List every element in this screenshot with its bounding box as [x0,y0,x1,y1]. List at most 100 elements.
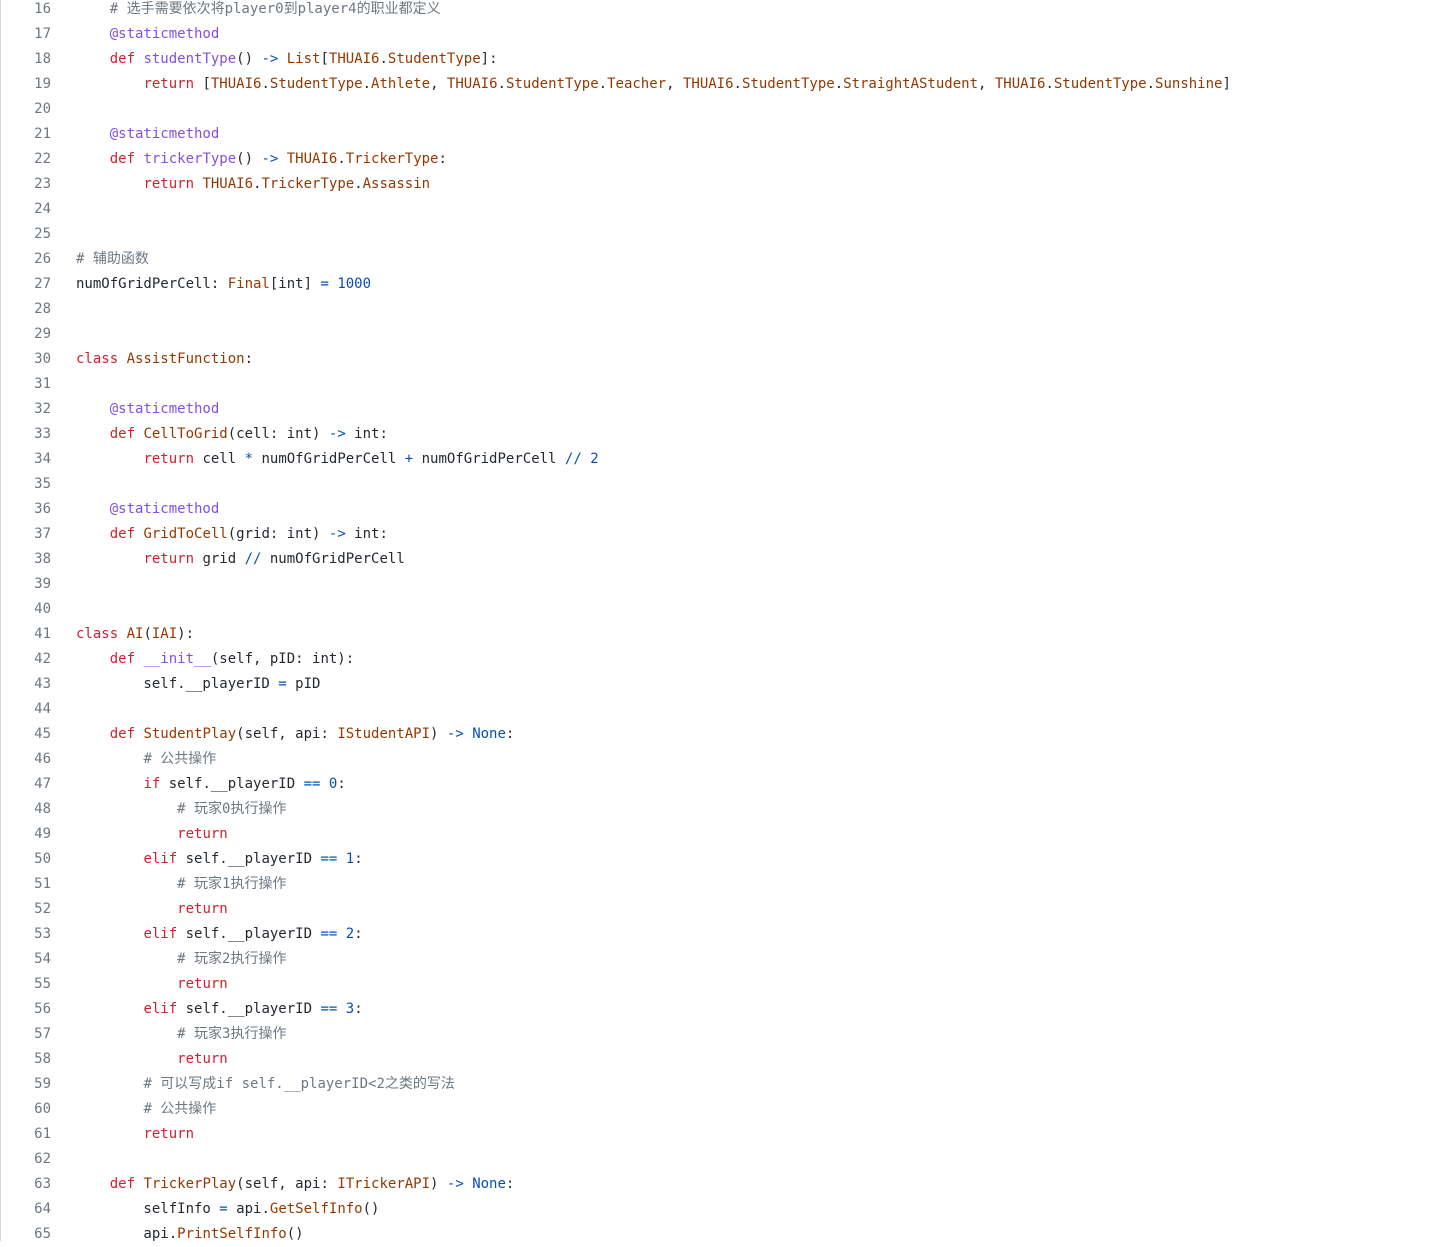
code-line[interactable]: 19 return [THUAI6.StudentType.Athlete, T… [1,72,1453,97]
code-line[interactable]: 55 return [1,972,1453,997]
code-line[interactable]: 57 # 玩家3执行操作 [1,1022,1453,1047]
code-line[interactable]: 33 def CellToGrid(cell: int) -> int: [1,422,1453,447]
line-number: 48 [34,801,51,817]
code-line[interactable]: 30 class AssistFunction: [1,347,1453,372]
code-text: def GridToCell(grid: int) -> int: [76,522,388,547]
code-token: # 公共操作 [143,751,217,767]
code-text: return grid // numOfGridPerCell [76,547,405,572]
code-token: Final [227,276,270,292]
code-line[interactable]: 22 def trickerType() -> THUAI6.TrickerTy… [1,147,1453,172]
code-token: 1 [345,851,355,867]
code-token: pID [286,676,321,692]
line-number: 22 [34,151,51,167]
code-line[interactable]: 50 elif self.__playerID == 1: [1,847,1453,872]
code-line[interactable]: 44 [1,697,1453,722]
code-line[interactable]: 34 return cell * numOfGridPerCell + numO… [1,447,1453,472]
code-line[interactable]: 40 [1,597,1453,622]
code-line[interactable]: 43 self.__playerID = pID [1,672,1453,697]
code-line[interactable]: 64 selfInfo = api.GetSelfInfo() [1,1197,1453,1222]
code-token: -> [328,426,346,442]
code-text: @staticmethod [76,22,220,47]
code-line[interactable]: 61 return [1,1122,1453,1147]
code-line[interactable]: 16 # 选手需要依次将player0到player4的职业都定义 [1,0,1453,22]
code-line[interactable]: 46 # 公共操作 [1,747,1453,772]
code-token: (cell: int) [227,426,329,442]
code-line[interactable]: 26 # 辅助函数 [1,247,1453,272]
code-line[interactable]: 27 numOfGridPerCell: Final[int] = 1000 [1,272,1453,297]
code-line[interactable]: 53 elif self.__playerID == 2: [1,922,1453,947]
code-token: . [261,76,270,92]
code-text: return cell * numOfGridPerCell + numOfGr… [76,447,598,472]
line-number: 32 [34,401,51,417]
code-token: return [143,76,195,92]
code-line[interactable]: 38 return grid // numOfGridPerCell [1,547,1453,572]
code-line[interactable]: 58 return [1,1047,1453,1072]
code-token: TrickerType [261,176,355,192]
code-token: () [362,1201,380,1217]
code-token: None [472,726,506,742]
code-line[interactable]: 42 def __init__(self, pID: int): [1,647,1453,672]
code-line[interactable]: 17 @staticmethod [1,22,1453,47]
code-token: self.__playerID [177,926,321,942]
code-line[interactable]: 45 def StudentPlay(self, api: IStudentAP… [1,722,1453,747]
code-line[interactable]: 48 # 玩家0执行操作 [1,797,1453,822]
code-token: == [320,1001,338,1017]
code-line[interactable]: 60 # 公共操作 [1,1097,1453,1122]
code-token: * [244,451,254,467]
code-text: @staticmethod [76,397,220,422]
code-text: elif self.__playerID == 1: [76,847,362,872]
code-line[interactable]: 28 [1,297,1453,322]
code-token: : [354,1001,363,1017]
code-text: numOfGridPerCell: Final[int] = 1000 [76,272,371,297]
code-line[interactable]: 29 [1,322,1453,347]
code-line[interactable]: 21 @staticmethod [1,122,1453,147]
line-number: 53 [34,926,51,942]
code-text: class AI(IAI): [76,622,194,647]
code-text: # 玩家1执行操作 [76,872,286,897]
code-token: . [733,76,742,92]
code-line[interactable]: 18 def studentType() -> List[THUAI6.Stud… [1,47,1453,72]
code-line[interactable]: 37 def GridToCell(grid: int) -> int: [1,522,1453,547]
code-line[interactable]: 62 [1,1147,1453,1172]
line-number: 54 [34,951,51,967]
code-token: == [303,776,321,792]
code-token: IStudentAPI [337,726,431,742]
code-token: IAI [151,626,178,642]
code-line[interactable]: 51 # 玩家1执行操作 [1,872,1453,897]
code-line[interactable]: 25 [1,222,1453,247]
code-token: StudentPlay [143,726,237,742]
code-line[interactable]: 56 elif self.__playerID == 3: [1,997,1453,1022]
code-token: numOfGridPerCell [413,451,565,467]
code-token: studentType [143,51,237,67]
code-token: numOfGridPerCell [261,551,405,567]
code-token: : [244,351,254,367]
code-token: ): [177,626,195,642]
code-line[interactable]: 59 # 可以写成if self.__playerID<2之类的写法 [1,1072,1453,1097]
code-line[interactable]: 23 return THUAI6.TrickerType.Assassin [1,172,1453,197]
code-line[interactable]: 63 def TrickerPlay(self, api: ITrickerAP… [1,1172,1453,1197]
code-line[interactable]: 32 @staticmethod [1,397,1453,422]
code-text: def studentType() -> List[THUAI6.Student… [76,47,498,72]
code-line[interactable]: 39 [1,572,1453,597]
code-token: TrickerPlay [143,1176,237,1192]
code-line[interactable]: 35 [1,472,1453,497]
code-line[interactable]: 41 class AI(IAI): [1,622,1453,647]
code-line[interactable]: 47 if self.__playerID == 0: [1,772,1453,797]
code-token: # 选手需要依次将player0到player4的职业都定义 [109,1,441,17]
code-line[interactable]: 52 return [1,897,1453,922]
code-line[interactable]: 36 @staticmethod [1,497,1453,522]
code-line[interactable]: 20 [1,97,1453,122]
code-line[interactable]: 24 [1,197,1453,222]
code-token: (self, api: [236,1176,338,1192]
code-line[interactable]: 31 [1,372,1453,397]
code-text: elif self.__playerID == 3: [76,997,363,1022]
code-line[interactable]: 54 # 玩家2执行操作 [1,947,1453,972]
code-line[interactable]: 49 return [1,822,1453,847]
code-line[interactable]: 65 api.PrintSelfInfo() [1,1222,1453,1247]
code-view[interactable]: 16 # 选手需要依次将player0到player4的职业都定义 17 @sta… [0,0,1453,1242]
code-token: def [109,651,144,667]
line-number: 21 [34,126,51,142]
